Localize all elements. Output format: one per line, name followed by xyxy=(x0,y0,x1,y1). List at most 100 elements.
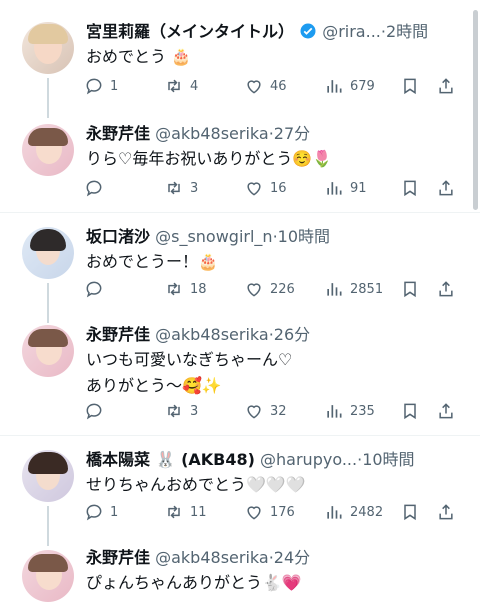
timestamp[interactable]: 24分 xyxy=(274,548,310,567)
like-count: 226 xyxy=(270,281,295,297)
views-button[interactable]: 235 xyxy=(324,399,375,423)
bookmark-icon xyxy=(404,180,416,197)
avatar[interactable] xyxy=(22,325,74,377)
retweet-button[interactable]: 11 xyxy=(164,500,207,524)
retweet-icon xyxy=(168,282,180,296)
tweet-0[interactable]: 宮里莉羅（メインタイトル） @rira...·2時間 おめでとう 🎂 1 4 4… xyxy=(0,0,480,118)
display-name[interactable]: 宮里莉羅（メインタイトル） xyxy=(86,22,294,41)
display-name[interactable]: 坂口渚沙 xyxy=(86,227,150,246)
avatar[interactable] xyxy=(22,227,74,279)
bookmark-button[interactable] xyxy=(400,176,420,200)
like-count: 32 xyxy=(270,403,287,419)
tweet-5[interactable]: 永野芹佳 @akb48serika·24分 ぴょんちゃんありがとう🐇💗 xyxy=(0,536,480,602)
display-name[interactable]: 永野芹佳 xyxy=(86,548,150,567)
like-button[interactable]: 32 xyxy=(244,399,287,423)
display-name[interactable]: 永野芹佳 xyxy=(86,325,150,344)
share-icon xyxy=(439,504,453,520)
action-bar: 3 16 91 xyxy=(80,176,453,200)
reply-button[interactable] xyxy=(84,176,110,200)
heart-icon xyxy=(247,506,261,520)
views-button[interactable]: 2851 xyxy=(324,277,383,301)
retweet-button[interactable]: 3 xyxy=(164,399,198,423)
bookmark-icon xyxy=(404,281,416,298)
tweet-4[interactable]: 橋本陽菜 🐰 (AKB48) @harupyo...·10時間 せりちゃんおめで… xyxy=(0,436,480,546)
scrollbar[interactable] xyxy=(473,10,478,210)
like-count: 46 xyxy=(270,78,287,94)
reply-icon xyxy=(86,180,102,197)
avatar[interactable] xyxy=(22,124,74,176)
handle[interactable]: @rira... xyxy=(322,22,381,41)
timestamp[interactable]: 26分 xyxy=(274,325,310,344)
reply-icon xyxy=(86,78,102,95)
timestamp[interactable]: 2時間 xyxy=(386,22,428,41)
like-button[interactable]: 176 xyxy=(244,500,295,524)
bookmark-icon xyxy=(404,78,416,95)
retweet-button[interactable]: 4 xyxy=(164,74,198,98)
bookmark-button[interactable] xyxy=(400,399,420,423)
heart-icon xyxy=(247,80,261,94)
retweet-icon xyxy=(168,404,180,418)
tweet-2[interactable]: 坂口渚沙 @s_snowgirl_n·10時間 おめでとうー！🎂 18 226 … xyxy=(0,213,480,323)
share-icon xyxy=(439,78,453,94)
handle[interactable]: @harupyo... xyxy=(260,450,357,469)
views-icon xyxy=(327,182,342,195)
avatar[interactable] xyxy=(22,22,74,74)
tweet-text: ぴょんちゃんありがとう🐇💗 xyxy=(86,570,472,596)
retweet-count: 3 xyxy=(190,180,199,196)
reply-button[interactable]: 1 xyxy=(84,500,118,524)
share-button[interactable] xyxy=(436,500,456,524)
bookmark-icon xyxy=(404,403,416,420)
verified-badge-icon xyxy=(299,22,317,44)
share-button[interactable] xyxy=(436,399,456,423)
bookmark-button[interactable] xyxy=(400,500,420,524)
display-name[interactable]: 橋本陽菜 🐰 (AKB48) xyxy=(86,450,255,469)
share-button[interactable] xyxy=(436,74,456,98)
reply-icon xyxy=(86,281,102,298)
reply-icon xyxy=(86,403,102,420)
tweet-line: ありがとう〜🥰✨ xyxy=(86,376,222,395)
views-icon xyxy=(327,80,342,93)
timestamp[interactable]: 10時間 xyxy=(278,227,330,246)
like-button[interactable]: 226 xyxy=(244,277,295,301)
reply-count: 1 xyxy=(110,78,119,94)
tweet-3[interactable]: 永野芹佳 @akb48serika·26分 いつも可愛いなぎちゃーん♡ ありがと… xyxy=(0,311,480,435)
avatar[interactable] xyxy=(22,550,74,602)
reply-button[interactable] xyxy=(84,277,110,301)
heart-icon xyxy=(247,283,261,297)
bookmark-button[interactable] xyxy=(400,277,420,301)
views-button[interactable]: 2482 xyxy=(324,500,383,524)
views-count: 235 xyxy=(350,403,375,419)
avatar[interactable] xyxy=(22,450,74,502)
views-button[interactable]: 91 xyxy=(324,176,367,200)
tweet-text: りら♡毎年お祝いありがとう☺️🌷 xyxy=(86,146,472,172)
handle[interactable]: @akb48serika xyxy=(155,124,269,143)
tweet-text: せりちゃんおめでとう🤍🤍🤍 xyxy=(86,472,472,498)
like-button[interactable]: 46 xyxy=(244,74,287,98)
tweet-1[interactable]: 永野芹佳 @akb48serika·27分 りら♡毎年お祝いありがとう☺️🌷 3… xyxy=(0,110,480,212)
retweet-button[interactable]: 3 xyxy=(164,176,198,200)
retweet-button[interactable]: 18 xyxy=(164,277,207,301)
bookmark-icon xyxy=(404,504,416,521)
share-button[interactable] xyxy=(436,176,456,200)
tweet-text: おめでとう 🎂 xyxy=(86,44,472,70)
views-count: 91 xyxy=(350,180,367,196)
timestamp[interactable]: 10時間 xyxy=(362,450,414,469)
retweet-icon xyxy=(168,181,180,195)
timestamp[interactable]: 27分 xyxy=(274,124,310,143)
like-button[interactable]: 16 xyxy=(244,176,287,200)
reply-button[interactable] xyxy=(84,399,110,423)
handle[interactable]: @s_snowgirl_n xyxy=(155,227,272,246)
display-name[interactable]: 永野芹佳 xyxy=(86,124,150,143)
action-bar: 1 4 46 679 xyxy=(80,74,453,98)
bookmark-button[interactable] xyxy=(400,74,420,98)
share-button[interactable] xyxy=(436,277,456,301)
handle[interactable]: @akb48serika xyxy=(155,548,269,567)
views-icon xyxy=(327,405,342,418)
tweet-line: いつも可愛いなぎちゃーん♡ xyxy=(86,350,293,369)
share-icon xyxy=(439,281,453,297)
views-button[interactable]: 679 xyxy=(324,74,375,98)
handle[interactable]: @akb48serika xyxy=(155,325,269,344)
reply-button[interactable]: 1 xyxy=(84,74,118,98)
views-count: 679 xyxy=(350,78,375,94)
action-bar: 1 11 176 2482 xyxy=(80,500,453,524)
